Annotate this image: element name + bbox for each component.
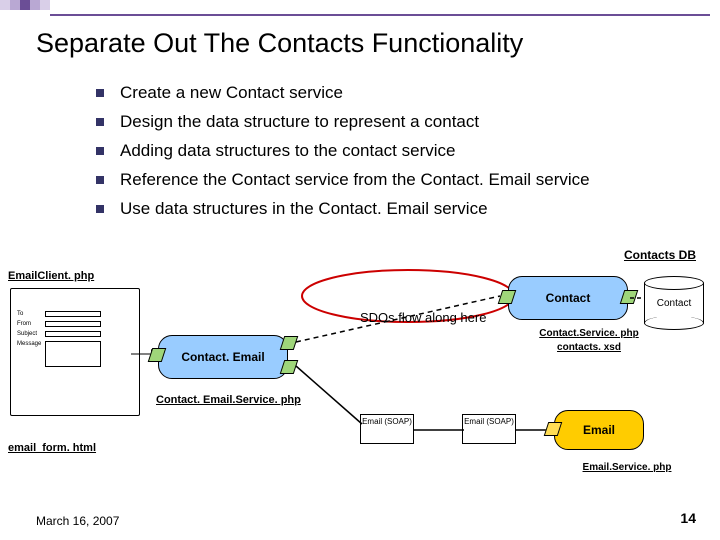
- bullet-icon: [96, 118, 104, 126]
- bullet-text: Adding data structures to the contact se…: [120, 137, 455, 166]
- bullet-text: Design the data structure to represent a…: [120, 108, 479, 137]
- contact-email-component: Contact. Email: [158, 335, 288, 379]
- form-to-label: To: [17, 311, 23, 317]
- footer-page-number: 14: [680, 510, 696, 526]
- form-message-label: Message: [17, 341, 41, 347]
- email-client-label: EmailClient. php: [8, 270, 94, 282]
- contacts-db-label: Contacts DB: [624, 248, 696, 262]
- contact-component: Contact: [508, 276, 628, 320]
- contact-email-text: Contact. Email: [159, 350, 287, 364]
- email-soap-1: Email (SOAP): [360, 414, 414, 444]
- bullet-icon: [96, 176, 104, 184]
- footer-date: March 16, 2007: [36, 514, 119, 528]
- form-subject-label: Subject: [17, 331, 37, 337]
- bullet-list: Create a new Contact service Design the …: [96, 79, 720, 223]
- contact-service-label: Contact.Service. php: [534, 328, 644, 339]
- contact-db-text: Contact: [644, 298, 704, 309]
- slide-title: Separate Out The Contacts Functionality: [36, 28, 720, 59]
- email-component: Email: [554, 410, 644, 450]
- email-text: Email: [555, 423, 643, 437]
- contacts-xsd-label: contacts. xsd: [534, 342, 644, 353]
- email-form-box: To From Subject Message: [10, 288, 140, 416]
- bullet-text: Reference the Contact service from the C…: [120, 166, 590, 195]
- contact-email-service-label: Contact. Email.Service. php: [156, 394, 301, 406]
- email-service-label: Email.Service. php: [572, 462, 682, 473]
- contact-db-cylinder: Contact: [644, 276, 704, 330]
- bullet-icon: [96, 89, 104, 97]
- bullet-icon: [96, 205, 104, 213]
- email-form-label: email_form. html: [8, 442, 96, 454]
- form-from-label: From: [17, 321, 31, 327]
- architecture-diagram: EmailClient. php To From Subject Message…: [0, 270, 720, 500]
- bullet-icon: [96, 147, 104, 155]
- bullet-text: Use data structures in the Contact. Emai…: [120, 195, 488, 224]
- bullet-text: Create a new Contact service: [120, 79, 343, 108]
- email-soap-2: Email (SOAP): [462, 414, 516, 444]
- contact-text: Contact: [509, 291, 627, 305]
- slide-top-decoration: [0, 0, 720, 22]
